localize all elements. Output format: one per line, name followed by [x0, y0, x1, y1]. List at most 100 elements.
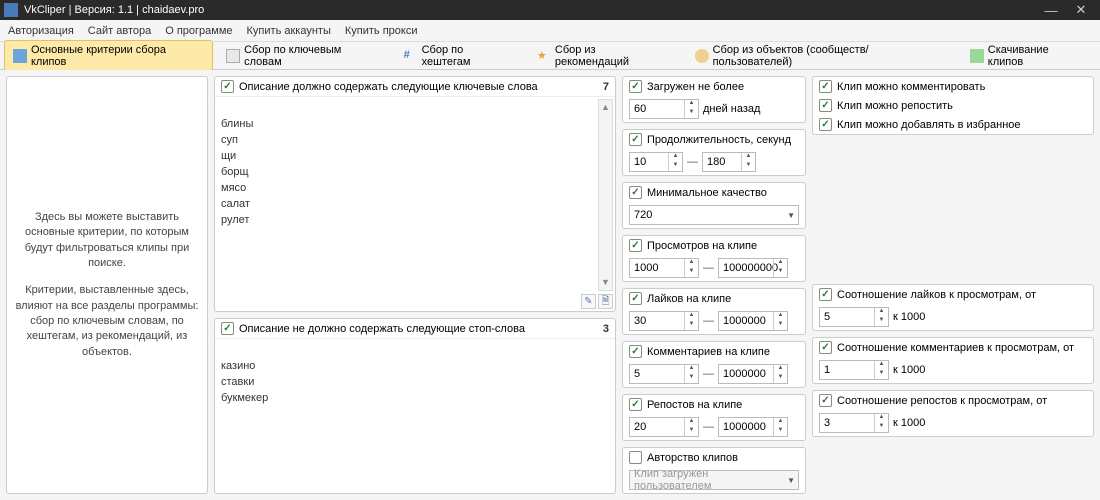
tab-download[interactable]: Скачивание клипов — [961, 40, 1096, 72]
likes-to[interactable]: 1000000▲▼ — [718, 311, 788, 331]
quality-checkbox[interactable] — [629, 186, 642, 199]
views-checkbox[interactable] — [629, 239, 642, 252]
likes-title: Лайков на клипе — [647, 293, 731, 305]
uploaded-checkbox[interactable] — [629, 80, 642, 93]
tab-criteria[interactable]: Основные критерии сбора клипов — [4, 40, 213, 72]
hash-icon: # — [404, 49, 418, 63]
exclude-keywords-checkbox[interactable] — [221, 322, 234, 335]
comments-to[interactable]: 1000000▲▼ — [718, 364, 788, 384]
ratio-likes-panel: Соотношение лайков к просмотрам, от 5▲▼ к… — [812, 284, 1094, 331]
views-panel: Просмотров на клипе 1000▲▼—100000000▲▼ — [622, 235, 806, 282]
tab-recs[interactable]: ★ Сбор из рекомендаций — [528, 40, 682, 72]
uploaded-value[interactable]: 60▲▼ — [629, 99, 699, 119]
permissions-panel: Клип можно комментировать Клип можно реп… — [812, 76, 1094, 135]
comments-checkbox[interactable] — [629, 345, 642, 358]
likes-from[interactable]: 30▲▼ — [629, 311, 699, 331]
duration-checkbox[interactable] — [629, 133, 642, 146]
tab-label: Сбор из рекомендаций — [555, 44, 673, 68]
edit-icon[interactable]: ✎ — [581, 294, 596, 309]
views-from[interactable]: 1000▲▼ — [629, 258, 699, 278]
ratio-reposts-value[interactable]: 3▲▼ — [819, 413, 889, 433]
tab-label: Сбор из объектов (сообществ/пользователе… — [713, 44, 948, 68]
uploaded-title: Загружен не более — [647, 81, 744, 93]
menu-site[interactable]: Сайт автора — [88, 25, 151, 37]
ratio-likes-per: к 1000 — [893, 311, 925, 323]
reposts-from[interactable]: 20▲▼ — [629, 417, 699, 437]
include-keywords-title: Описание должно содержать следующие ключ… — [239, 81, 538, 93]
reposts-to[interactable]: 1000000▲▼ — [718, 417, 788, 437]
minimize-button[interactable]: — — [1036, 3, 1066, 18]
menu-buy-accounts[interactable]: Купить аккаунты — [247, 25, 331, 37]
exclude-keywords-panel: Описание не должно содержать следующие с… — [214, 318, 616, 494]
can-repost-label: Клип можно репостить — [837, 100, 953, 112]
quality-select[interactable]: 720▼ — [629, 205, 799, 225]
menubar: Авторизация Сайт автора О программе Купи… — [0, 20, 1100, 42]
ratio-comments-title: Соотношение комментариев к просмотрам, о… — [837, 342, 1074, 354]
menu-buy-proxy[interactable]: Купить прокси — [345, 25, 418, 37]
can-fav-checkbox[interactable] — [819, 118, 832, 131]
info-sidepanel: Здесь вы можете выставить основные крите… — [6, 76, 208, 494]
author-panel: Авторство клипов Клип загружен пользоват… — [622, 447, 806, 494]
info-text-2: Критерии, выставленные здесь, влияют на … — [15, 283, 199, 360]
include-keywords-panel: Описание должно содержать следующие ключ… — [214, 76, 616, 312]
views-title: Просмотров на клипе — [647, 240, 757, 252]
author-select[interactable]: Клип загружен пользователем▼ — [629, 470, 799, 490]
quality-title: Минимальное качество — [647, 187, 767, 199]
comments-from[interactable]: 5▲▼ — [629, 364, 699, 384]
likes-panel: Лайков на клипе 30▲▼—1000000▲▼ — [622, 288, 806, 335]
include-keywords-textarea[interactable]: блины суп щи борщ мясо салат рулет ▲▼ ✎🗎 — [215, 97, 615, 311]
list-icon — [13, 49, 27, 63]
reposts-checkbox[interactable] — [629, 398, 642, 411]
duration-title: Продолжительность, секунд — [647, 134, 791, 146]
tab-hashtags[interactable]: # Сбор по хештегам — [395, 40, 524, 72]
close-button[interactable]: ✕ — [1066, 2, 1096, 18]
ratio-reposts-per: к 1000 — [893, 417, 925, 429]
ratio-comments-value[interactable]: 1▲▼ — [819, 360, 889, 380]
tab-keywords[interactable]: Сбор по ключевым словам — [217, 40, 391, 72]
ratio-likes-title: Соотношение лайков к просмотрам, от — [837, 289, 1036, 301]
ratio-comments-checkbox[interactable] — [819, 341, 832, 354]
ratio-reposts-title: Соотношение репостов к просмотрам, от — [837, 395, 1047, 407]
include-keywords-text: блины суп щи борщ мясо салат рулет — [221, 118, 253, 226]
ratio-comments-panel: Соотношение комментариев к просмотрам, о… — [812, 337, 1094, 384]
duration-to[interactable]: 180▲▼ — [702, 152, 756, 172]
menu-auth[interactable]: Авторизация — [8, 25, 74, 37]
star-icon: ★ — [537, 49, 551, 63]
tab-label: Сбор по ключевым словам — [244, 44, 382, 68]
ratio-likes-value[interactable]: 5▲▼ — [819, 307, 889, 327]
comments-panel: Комментариев на клипе 5▲▼—1000000▲▼ — [622, 341, 806, 388]
page-icon[interactable]: 🗎 — [598, 294, 613, 309]
tab-label: Скачивание клипов — [988, 44, 1087, 68]
duration-panel: Продолжительность, секунд 10▲▼—180▲▼ — [622, 129, 806, 176]
tab-objects[interactable]: Сбор из объектов (сообществ/пользователе… — [686, 40, 957, 72]
user-icon — [695, 49, 709, 63]
quality-panel: Минимальное качество 720▼ — [622, 182, 806, 229]
download-icon — [970, 49, 984, 63]
info-text-1: Здесь вы можете выставить основные крите… — [15, 210, 199, 272]
tab-label: Основные критерии сбора клипов — [31, 44, 204, 68]
ratio-likes-checkbox[interactable] — [819, 288, 832, 301]
toolbar: Основные критерии сбора клипов Сбор по к… — [0, 42, 1100, 70]
likes-checkbox[interactable] — [629, 292, 642, 305]
exclude-keywords-title: Описание не должно содержать следующие с… — [239, 323, 525, 335]
exclude-keywords-count: 3 — [603, 323, 609, 335]
window-title: VkCliper | Версия: 1.1 | chaidaev.pro — [24, 4, 1036, 16]
exclude-keywords-text: казино ставки букмекер — [221, 360, 268, 404]
tab-label: Сбор по хештегам — [422, 44, 515, 68]
ratio-reposts-checkbox[interactable] — [819, 394, 832, 407]
include-keywords-checkbox[interactable] — [221, 80, 234, 93]
scrollbar[interactable]: ▲▼ — [598, 99, 613, 291]
can-repost-checkbox[interactable] — [819, 99, 832, 112]
views-to[interactable]: 100000000▲▼ — [718, 258, 788, 278]
duration-from[interactable]: 10▲▼ — [629, 152, 683, 172]
app-icon — [4, 3, 18, 17]
page-icon — [226, 49, 240, 63]
reposts-panel: Репостов на клипе 20▲▼—1000000▲▼ — [622, 394, 806, 441]
ratio-comments-per: к 1000 — [893, 364, 925, 376]
can-comment-checkbox[interactable] — [819, 80, 832, 93]
author-title: Авторство клипов — [647, 452, 738, 464]
include-keywords-count: 7 — [603, 81, 609, 93]
menu-about[interactable]: О программе — [165, 25, 232, 37]
author-checkbox[interactable] — [629, 451, 642, 464]
exclude-keywords-textarea[interactable]: казино ставки букмекер — [215, 339, 615, 493]
